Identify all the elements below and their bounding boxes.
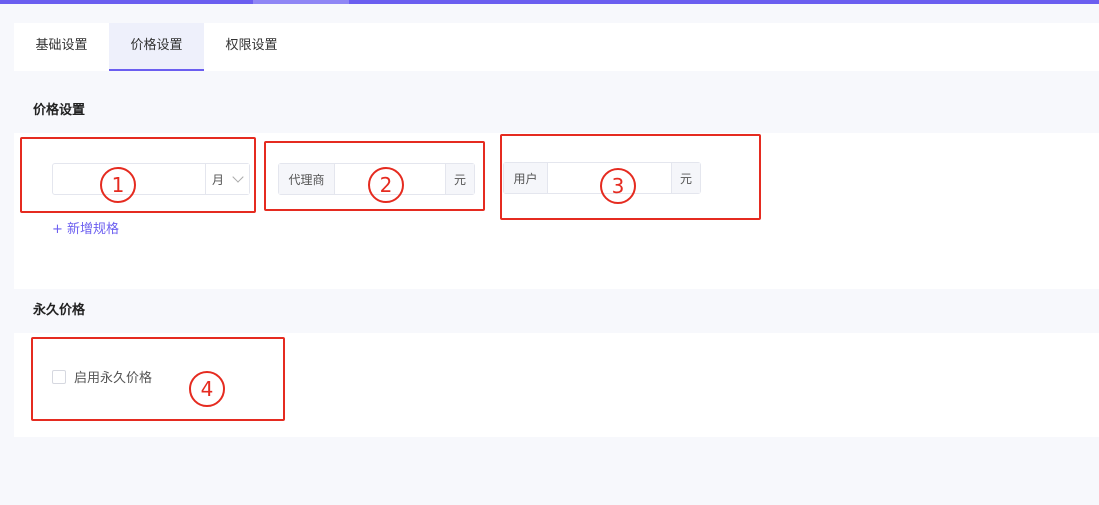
permanent-section-header: 永久价格: [14, 289, 1099, 333]
tab-basic-settings[interactable]: 基础设置: [14, 23, 109, 71]
tab-price-settings[interactable]: 价格设置: [109, 23, 204, 71]
annotation-marker-4: 4: [189, 371, 225, 407]
price-section-title: 价格设置: [33, 103, 86, 118]
annotation-marker-2: 2: [368, 167, 404, 203]
annotation-marker-3: 3: [600, 168, 636, 204]
top-accent-bar: [0, 0, 1099, 4]
price-section-header: 价格设置: [14, 89, 1099, 133]
tab-bar: 基础设置 价格设置 权限设置: [14, 23, 1099, 71]
top-accent-bar-highlight: [253, 0, 349, 4]
tab-permission-settings[interactable]: 权限设置: [204, 23, 299, 71]
add-spec-link[interactable]: + 新增规格: [52, 218, 119, 237]
permanent-section-title: 永久价格: [33, 303, 86, 318]
annotation-marker-1: 1: [100, 167, 136, 203]
annotation-box-4: [31, 337, 285, 421]
annotation-box-1: [20, 137, 256, 213]
